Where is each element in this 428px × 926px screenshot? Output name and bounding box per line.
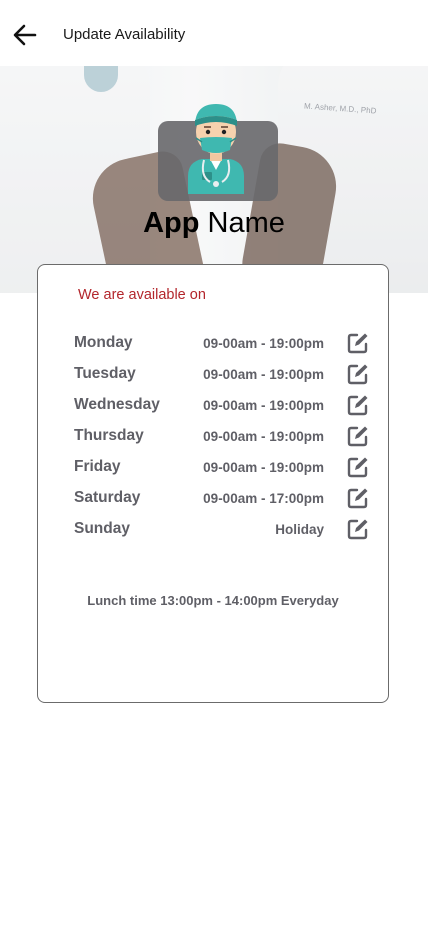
top-bar: Update Availability (0, 0, 428, 66)
page-title: Update Availability (63, 26, 186, 43)
schedule-row-friday: Friday 09-00am - 19:00pm (74, 456, 370, 480)
hours-value: 09-00am - 19:00pm (203, 367, 324, 382)
edit-friday-button[interactable] (347, 456, 369, 478)
edit-icon (347, 395, 368, 416)
day-label: Tuesday (74, 365, 136, 382)
available-label: We are available on (78, 287, 206, 303)
hours-value: Holiday (275, 522, 324, 537)
edit-monday-button[interactable] (347, 332, 369, 354)
availability-card: We are available on Monday 09-00am - 19:… (37, 264, 389, 703)
hours-value: 09-00am - 19:00pm (203, 460, 324, 475)
hours-value: 09-00am - 19:00pm (203, 398, 324, 413)
day-label: Sunday (74, 520, 130, 537)
doctor-avatar-icon (188, 104, 244, 194)
edit-wednesday-button[interactable] (347, 394, 369, 416)
app-name: App Name (0, 207, 428, 240)
schedule-row-monday: Monday 09-00am - 19:00pm (74, 332, 370, 356)
back-button[interactable] (8, 18, 42, 52)
arrow-left-icon (13, 24, 37, 46)
edit-icon (347, 519, 368, 540)
edit-icon (347, 364, 368, 385)
app-name-bold: App (143, 207, 200, 239)
edit-saturday-button[interactable] (347, 487, 369, 509)
schedule-row-saturday: Saturday 09-00am - 17:00pm (74, 487, 370, 511)
edit-icon (347, 333, 368, 354)
lunch-note: Lunch time 13:00pm - 14:00pm Everyday (87, 593, 339, 608)
day-label: Saturday (74, 489, 141, 506)
edit-icon (347, 426, 368, 447)
edit-icon (347, 488, 368, 509)
day-label: Thursday (74, 427, 144, 444)
edit-tuesday-button[interactable] (347, 363, 369, 385)
schedule-row-thursday: Thursday 09-00am - 19:00pm (74, 425, 370, 449)
hours-value: 09-00am - 19:00pm (203, 336, 324, 351)
edit-icon (347, 457, 368, 478)
day-label: Friday (74, 458, 121, 475)
day-label: Wednesday (74, 396, 160, 413)
day-label: Monday (74, 334, 133, 351)
hours-value: 09-00am - 19:00pm (203, 429, 324, 444)
schedule-row-tuesday: Tuesday 09-00am - 19:00pm (74, 363, 370, 387)
app-name-regular: Name (207, 207, 285, 239)
schedule-row-wednesday: Wednesday 09-00am - 19:00pm (74, 394, 370, 418)
schedule-row-sunday: Sunday Holiday (74, 518, 370, 542)
edit-sunday-button[interactable] (347, 518, 369, 540)
hours-value: 09-00am - 17:00pm (203, 491, 324, 506)
edit-thursday-button[interactable] (347, 425, 369, 447)
